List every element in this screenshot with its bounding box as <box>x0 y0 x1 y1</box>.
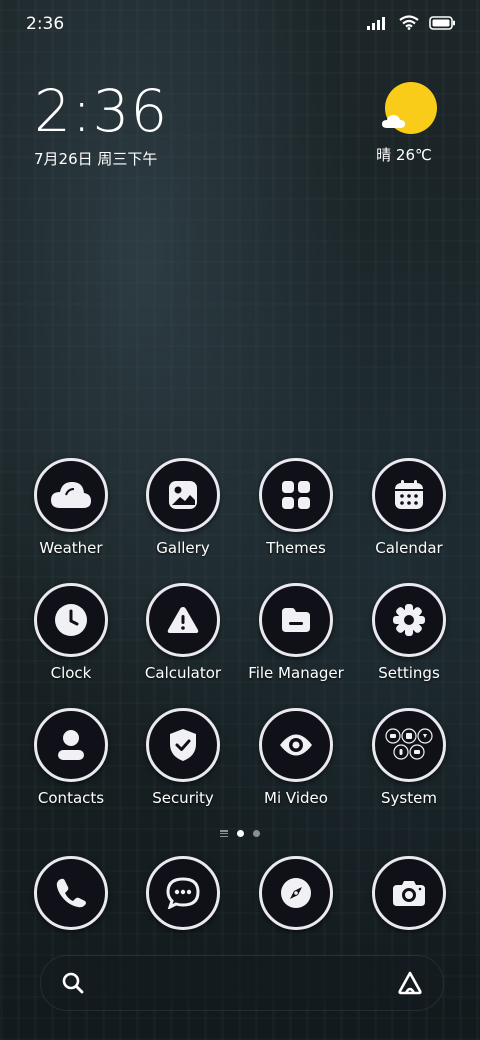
app-clock[interactable]: Clock <box>16 583 126 682</box>
search-icon[interactable] <box>61 971 85 995</box>
gallery-icon <box>146 458 220 532</box>
dock-browser[interactable] <box>241 856 351 930</box>
app-label: System <box>381 789 437 807</box>
status-time: 2:36 <box>26 14 65 34</box>
page-dot <box>253 830 260 837</box>
file-manager-icon <box>259 583 333 657</box>
widget-date: 7月26日 周三下午 <box>34 150 158 168</box>
signal-icon <box>367 16 385 30</box>
app-label: Weather <box>39 539 103 557</box>
dock-camera[interactable] <box>354 856 464 930</box>
dock <box>0 856 480 936</box>
app-label: Contacts <box>37 789 105 807</box>
widget-time: 2:36 <box>34 77 169 145</box>
page-menu-icon <box>220 830 228 837</box>
camera-icon <box>372 856 446 930</box>
contacts-icon <box>34 708 108 782</box>
assistant-icon[interactable] <box>397 971 423 995</box>
app-label: Themes <box>266 539 326 557</box>
app-file-manager[interactable]: File Manager <box>241 583 351 682</box>
status-icons <box>367 15 456 30</box>
app-weather[interactable]: Weather <box>16 458 126 557</box>
page-dot-active <box>237 830 244 837</box>
app-label: Clock <box>50 664 92 682</box>
calendar-icon <box>372 458 446 532</box>
app-settings[interactable]: Settings <box>354 583 464 682</box>
clock-icon <box>34 583 108 657</box>
messages-icon <box>146 856 220 930</box>
app-label: Calculator <box>144 664 222 682</box>
search-bar[interactable] <box>40 955 444 1011</box>
app-label: Settings <box>378 664 440 682</box>
themes-icon <box>259 458 333 532</box>
app-label: Gallery <box>156 539 210 557</box>
weather-icon <box>34 458 108 532</box>
browser-icon <box>259 856 333 930</box>
app-contacts[interactable]: Contacts <box>16 708 126 807</box>
app-system-folder[interactable]: System <box>354 708 464 807</box>
app-label: Security <box>152 789 214 807</box>
mi-video-icon <box>259 708 333 782</box>
page-indicator[interactable] <box>0 830 480 837</box>
app-security[interactable]: Security <box>128 708 238 807</box>
app-label: Calendar <box>375 539 443 557</box>
dock-messages[interactable] <box>128 856 238 930</box>
settings-icon <box>372 583 446 657</box>
security-icon <box>146 708 220 782</box>
dock-phone[interactable] <box>16 856 126 930</box>
app-label: Mi Video <box>264 789 328 807</box>
app-calculator[interactable]: Calculator <box>128 583 238 682</box>
app-calendar[interactable]: Calendar <box>354 458 464 557</box>
weather-widget[interactable]: 晴 26℃ <box>376 82 446 165</box>
phone-icon <box>34 856 108 930</box>
app-themes[interactable]: Themes <box>241 458 351 557</box>
sunny-partly-cloudy-icon <box>382 82 437 134</box>
battery-icon <box>429 15 455 30</box>
app-gallery[interactable]: Gallery <box>128 458 238 557</box>
calculator-icon <box>146 583 220 657</box>
system-folder-icon <box>372 708 446 782</box>
wifi-icon <box>399 15 419 30</box>
status-bar: 2:36 <box>0 0 480 48</box>
clock-widget[interactable]: 2:36 7月26日 周三下午 <box>34 80 168 169</box>
weather-text: 晴 26℃ <box>376 146 432 164</box>
app-label: File Manager <box>248 664 344 682</box>
app-mi-video[interactable]: Mi Video <box>241 708 351 807</box>
